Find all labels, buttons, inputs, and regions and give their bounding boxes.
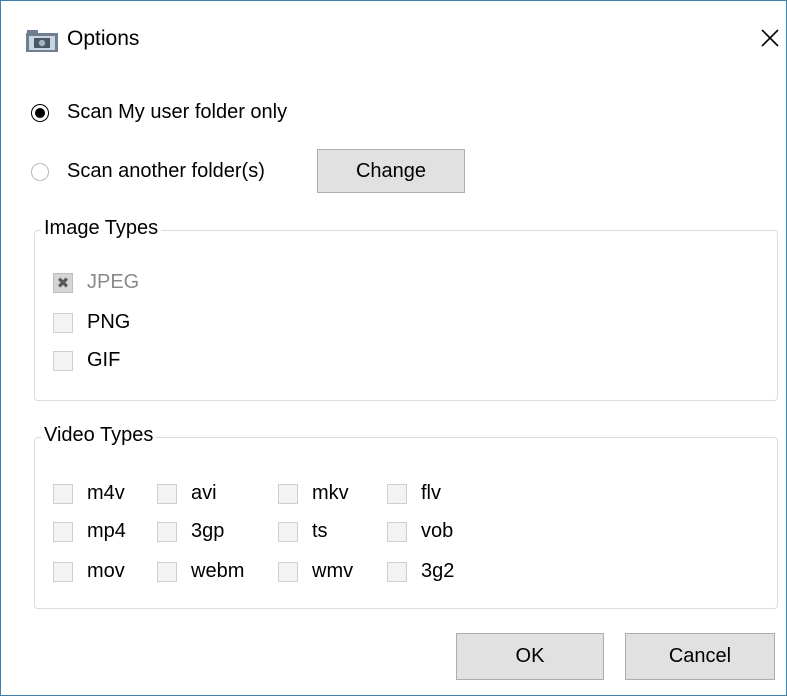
scan-other-folder-radio[interactable] xyxy=(31,162,49,181)
ts-label: ts xyxy=(312,520,328,542)
vob-checkbox[interactable] xyxy=(387,521,407,542)
mp4-checkbox[interactable] xyxy=(53,521,73,542)
mkv-label: mkv xyxy=(312,482,349,504)
image-type-png[interactable]: PNG xyxy=(53,311,130,334)
video-type-vob[interactable]: vob xyxy=(387,520,453,543)
video-type-webm[interactable]: webm xyxy=(157,560,244,583)
scan-user-folder-radio[interactable] xyxy=(31,103,49,122)
options-dialog: Options Scan My user folder only Scan an… xyxy=(0,0,787,696)
video-type-flv[interactable]: flv xyxy=(387,482,441,505)
image-types-legend: Image Types xyxy=(41,217,162,240)
close-icon xyxy=(761,29,779,47)
window-title: Options xyxy=(67,27,140,50)
wmv-checkbox[interactable] xyxy=(278,561,298,582)
cancel-button[interactable]: Cancel xyxy=(625,633,775,680)
image-type-gif[interactable]: GIF xyxy=(53,349,120,372)
3g2-checkbox[interactable] xyxy=(387,561,407,582)
flv-checkbox[interactable] xyxy=(387,483,407,504)
3gp-checkbox[interactable] xyxy=(157,521,177,542)
video-type-ts[interactable]: ts xyxy=(278,520,328,543)
png-checkbox[interactable] xyxy=(53,312,73,333)
wmv-label: wmv xyxy=(312,560,354,582)
gif-label: GIF xyxy=(87,349,121,371)
m4v-label: m4v xyxy=(87,482,125,504)
video-type-mov[interactable]: mov xyxy=(53,560,125,583)
flv-label: flv xyxy=(421,482,441,504)
scan-user-folder-option[interactable]: Scan My user folder only xyxy=(31,101,287,124)
image-types-group: Image Types ✖ JPEG PNG GIF xyxy=(34,217,778,401)
video-types-group: Video Types m4v avi mkv flv mp4 3gp ts v… xyxy=(34,424,778,609)
camera-folder-icon xyxy=(26,30,58,52)
webm-label: webm xyxy=(191,560,245,582)
video-type-wmv[interactable]: wmv xyxy=(278,560,353,583)
mp4-label: mp4 xyxy=(87,520,126,542)
avi-label: avi xyxy=(191,482,217,504)
vob-label: vob xyxy=(421,520,454,542)
avi-checkbox[interactable] xyxy=(157,483,177,504)
mov-checkbox[interactable] xyxy=(53,561,73,582)
title-bar[interactable]: Options xyxy=(1,1,786,79)
jpeg-label: JPEG xyxy=(87,271,140,293)
video-types-legend: Video Types xyxy=(41,424,157,447)
video-type-3g2[interactable]: 3g2 xyxy=(387,560,454,583)
scan-other-folder-option[interactable]: Scan another folder(s) xyxy=(31,160,265,183)
close-button[interactable] xyxy=(753,21,787,55)
image-type-jpeg: ✖ JPEG xyxy=(53,271,139,294)
mov-label: mov xyxy=(87,560,125,582)
video-type-avi[interactable]: avi xyxy=(157,482,217,505)
gif-checkbox[interactable] xyxy=(53,350,73,371)
ok-button[interactable]: OK xyxy=(456,633,604,680)
video-type-m4v[interactable]: m4v xyxy=(53,482,125,505)
change-button[interactable]: Change xyxy=(317,149,465,193)
webm-checkbox[interactable] xyxy=(157,561,177,582)
3g2-label: 3g2 xyxy=(421,560,455,582)
video-type-3gp[interactable]: 3gp xyxy=(157,520,224,543)
jpeg-checkbox: ✖ xyxy=(53,272,73,293)
video-type-mkv[interactable]: mkv xyxy=(278,482,349,505)
ts-checkbox[interactable] xyxy=(278,521,298,542)
3gp-label: 3gp xyxy=(191,520,225,542)
scan-other-folder-label: Scan another folder(s) xyxy=(67,160,265,182)
mkv-checkbox[interactable] xyxy=(278,483,298,504)
video-type-mp4[interactable]: mp4 xyxy=(53,520,126,543)
m4v-checkbox[interactable] xyxy=(53,483,73,504)
png-label: PNG xyxy=(87,311,131,333)
scan-user-folder-label: Scan My user folder only xyxy=(67,101,288,123)
